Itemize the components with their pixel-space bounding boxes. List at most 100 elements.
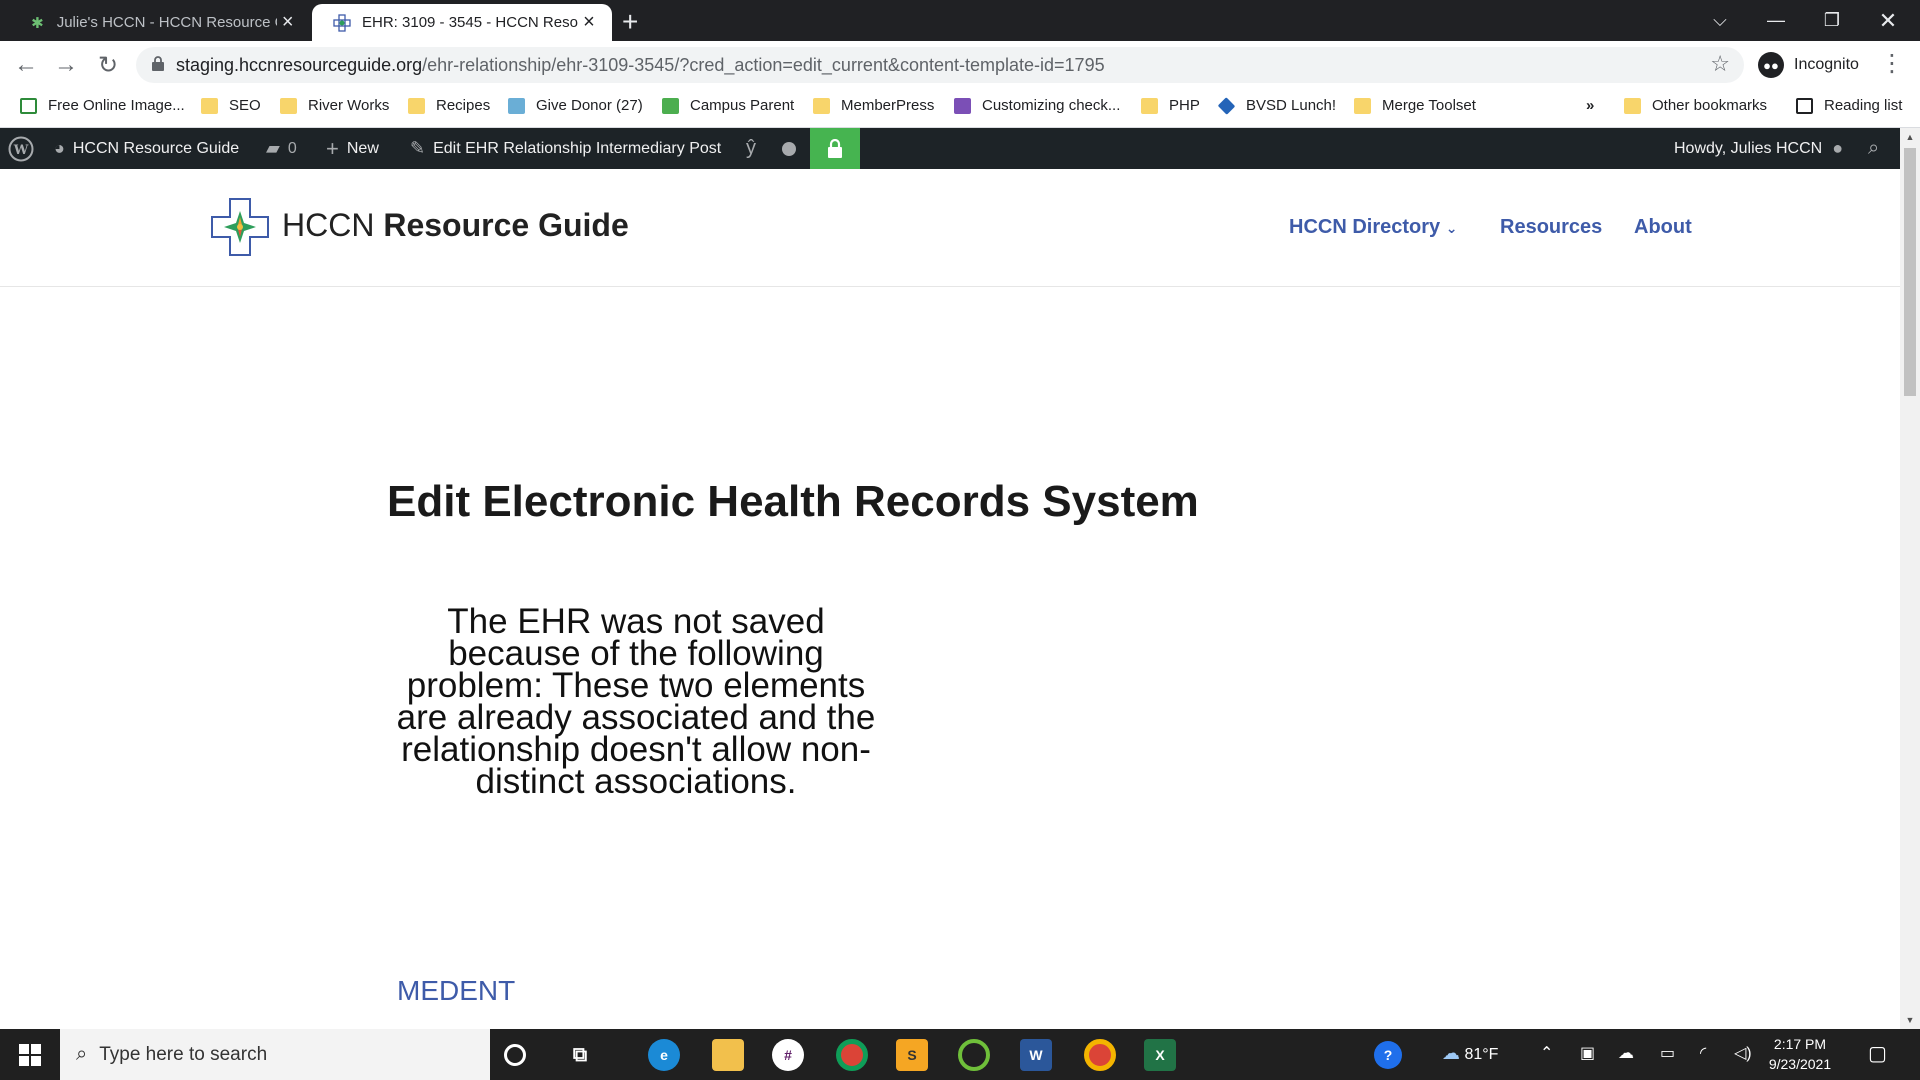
w-icon [954, 97, 971, 114]
yoast-icon[interactable]: ŷ [746, 128, 764, 169]
nav-about[interactable]: About [1634, 216, 1692, 239]
task-view-icon[interactable]: ⧉ [564, 1039, 596, 1071]
windows-taskbar: ⌕ Type here to search ⧉ e # S W X ? ☁ 81… [0, 1029, 1920, 1080]
bookmark-star-icon[interactable]: ☆ [1710, 51, 1730, 77]
scroll-up-arrow-icon[interactable]: ▲ [1900, 132, 1920, 142]
svg-text:W: W [13, 143, 29, 158]
bookmarks-bar: Free Online Image... SEO River Works Rec… [0, 88, 1920, 128]
chevron-down-icon: ⌄ [1445, 220, 1458, 236]
folder-icon [813, 97, 830, 114]
reading-list[interactable]: Reading list [1796, 97, 1902, 114]
other-bookmarks[interactable]: Other bookmarks [1624, 97, 1767, 114]
browser-tab-strip: ✱ Julie's HCCN - HCCN Resource Guide × E… [0, 0, 1920, 41]
minimize-icon[interactable]: — [1748, 0, 1804, 41]
bookmark-item[interactable]: PHP [1141, 97, 1200, 114]
bookmark-item[interactable]: Recipes [408, 97, 490, 114]
dashboard-icon: ◕ [54, 138, 65, 158]
user-avatar-icon: ● [1832, 138, 1844, 158]
admin-site-link[interactable]: ◕ HCCN Resource Guide [54, 128, 239, 169]
meet-now-icon[interactable]: ▣ [1580, 1043, 1595, 1063]
lock-icon[interactable] [152, 56, 164, 71]
browser-menu-icon[interactable]: ⋮ [1880, 49, 1904, 78]
tray-chevron-up-icon[interactable]: ⌃ [1540, 1043, 1553, 1063]
close-window-icon[interactable]: ✕ [1860, 0, 1916, 41]
address-bar[interactable]: staging.hccnresourceguide.org/ehr-relati… [136, 47, 1744, 83]
weather-widget[interactable]: ☁ 81°F [1442, 1043, 1498, 1064]
tab-search-chevron-icon[interactable]: ⌵ [1692, 0, 1748, 41]
help-icon[interactable]: ? [1374, 1041, 1402, 1069]
image-icon [20, 97, 37, 114]
edge-icon[interactable]: e [648, 1039, 680, 1071]
comment-bubble-icon: ▰ [266, 138, 280, 158]
restore-icon[interactable]: ❐ [1804, 0, 1860, 41]
bookmark-item[interactable]: Customizing check... [954, 97, 1120, 114]
reading-list-icon [1796, 97, 1813, 114]
site-title[interactable]: HCCN Resource Guide [282, 207, 629, 244]
hccn-logo-icon[interactable] [210, 197, 270, 257]
back-arrow-icon[interactable]: ← [10, 49, 42, 81]
bookmarks-overflow-button[interactable]: » [1586, 97, 1594, 114]
site-header: HCCN Resource Guide HCCN Directory ⌄ Res… [0, 169, 1900, 287]
account-menu[interactable]: Howdy, Julies HCCN ● [1674, 128, 1843, 169]
edit-post-link[interactable]: ✎ Edit EHR Relationship Intermediary Post [410, 128, 721, 169]
bookmark-item[interactable]: River Works [280, 97, 389, 114]
folder-icon [1141, 97, 1158, 114]
gear-favicon-icon: ✱ [31, 14, 44, 32]
wordpress-logo-icon[interactable]: W [8, 128, 34, 169]
close-tab-icon[interactable]: × [277, 11, 298, 34]
sublime-text-icon[interactable]: S [896, 1039, 928, 1071]
section-heading: MEDENT [397, 975, 516, 1006]
search-icon: ⌕ [76, 1043, 88, 1065]
battery-icon[interactable]: ▭ [1660, 1043, 1675, 1063]
status-dot-icon[interactable] [782, 128, 796, 169]
taskbar-search-box[interactable]: ⌕ Type here to search [60, 1029, 490, 1080]
clock-time: 2:17 PM [1773, 1036, 1827, 1052]
new-content-button[interactable]: + New [326, 128, 379, 169]
file-explorer-icon[interactable] [712, 1039, 744, 1071]
wifi-icon[interactable]: ◜ [1700, 1043, 1706, 1063]
nav-hccn-directory[interactable]: HCCN Directory ⌄ [1289, 216, 1457, 239]
nav-resources[interactable]: Resources [1500, 216, 1602, 239]
comments-link[interactable]: ▰ 0 [266, 128, 297, 169]
forward-arrow-icon[interactable]: → [50, 49, 82, 81]
scroll-down-arrow-icon[interactable]: ▼ [1900, 1015, 1920, 1025]
browser-tab[interactable]: ✱ Julie's HCCN - HCCN Resource Guide × [8, 4, 310, 41]
cloud-icon: ☁ [1442, 1043, 1460, 1063]
bookmark-item[interactable]: MemberPress [813, 97, 934, 114]
bookmark-item[interactable]: Free Online Image... [20, 97, 185, 114]
reload-icon[interactable]: ↻ [92, 49, 124, 81]
word-icon[interactable]: W [1020, 1039, 1052, 1071]
notifications-icon[interactable]: ▢ [1868, 1041, 1887, 1066]
folder-icon [280, 97, 297, 114]
chrome-icon[interactable] [836, 1039, 868, 1071]
bookmark-item[interactable]: Give Donor (27) [508, 97, 643, 114]
url-text[interactable]: staging.hccnresourceguide.org/ehr-relati… [176, 55, 1105, 76]
windows-start-icon[interactable] [0, 1029, 60, 1080]
campus-icon [662, 97, 679, 114]
chrome-profile-icon[interactable] [1084, 1039, 1116, 1071]
admin-search-icon[interactable]: ⌕ [1868, 128, 1879, 169]
browser-toolbar: ← → ↻ staging.hccnresourceguide.org/ehr-… [0, 41, 1920, 88]
cube-icon [508, 97, 525, 114]
excel-icon[interactable]: X [1144, 1039, 1176, 1071]
lock-toggle-icon[interactable] [810, 128, 860, 169]
qgis-icon[interactable] [958, 1039, 990, 1071]
scrollbar-thumb[interactable] [1904, 148, 1916, 396]
wp-admin-bar: W ◕ HCCN Resource Guide ▰ 0 + New ✎ Edit EHR… [0, 128, 1900, 169]
volume-icon[interactable]: ◁) [1734, 1043, 1752, 1063]
new-tab-plus-icon[interactable]: + [622, 6, 638, 38]
folder-icon [1354, 97, 1371, 114]
incognito-indicator[interactable]: ●● Incognito [1752, 47, 1871, 83]
bookmark-item[interactable]: SEO [201, 97, 261, 114]
browser-tab-active[interactable]: EHR: 3109 - 3545 - HCCN Resource Guide × [312, 4, 612, 41]
close-tab-icon[interactable]: × [578, 11, 600, 34]
bookmark-item[interactable]: BVSD Lunch! [1217, 96, 1336, 115]
system-clock[interactable]: 2:17 PM 9/23/2021 [1760, 1034, 1840, 1074]
bookmark-item[interactable]: Campus Parent [662, 97, 794, 114]
bookmark-item[interactable]: Merge Toolset [1354, 97, 1476, 114]
cortana-icon[interactable] [504, 1044, 526, 1066]
folder-icon [201, 97, 218, 114]
onedrive-icon[interactable]: ☁ [1618, 1043, 1634, 1063]
page-scrollbar[interactable]: ▲ ▼ [1900, 128, 1920, 1029]
slack-icon[interactable]: # [772, 1039, 804, 1071]
